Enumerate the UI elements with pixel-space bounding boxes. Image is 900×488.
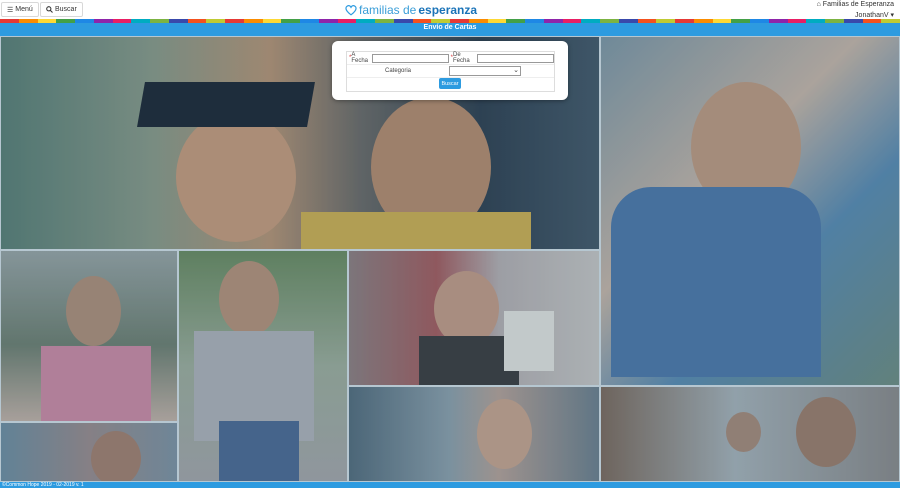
chevron-down-icon: ⌄ [513, 67, 519, 74]
heart-logo-icon [345, 5, 357, 16]
org-name[interactable]: ⌂ Familias de Esperanza [817, 1, 894, 8]
footer: ©Common Hope 2019 - 02-2019 v. 1 [0, 482, 900, 488]
menu-button[interactable]: ☰ Menú [1, 2, 39, 17]
category-select[interactable]: ⌄ [449, 66, 521, 76]
top-bar: ☰ Menú Buscar familias de esperanza ⌂ Fa… [0, 0, 900, 20]
date-row: * A Fecha * De Fecha [347, 52, 554, 65]
to-date-input[interactable] [477, 53, 554, 63]
photo-boy-writing [600, 36, 900, 386]
photo-baby [348, 250, 600, 386]
user-name: JonathanV [855, 12, 889, 19]
photo-toddler [178, 250, 348, 482]
page-title-bar: Envío de Cartas [0, 23, 900, 36]
search-button[interactable]: Buscar [40, 2, 83, 17]
from-date-input[interactable] [371, 53, 449, 63]
chevron-down-icon: ▾ [890, 12, 894, 19]
category-label: Categoria [384, 68, 411, 74]
to-date-label: De Fecha [453, 52, 470, 64]
photo-kids [0, 422, 178, 482]
page-title: Envío de Cartas [423, 24, 477, 31]
logo[interactable]: familias de esperanza [345, 2, 477, 18]
photo-volunteer [348, 386, 600, 482]
hamburger-icon: ☰ [7, 6, 14, 14]
category-row: Categoria ⌄ [347, 65, 554, 78]
user-menu[interactable]: JonathanV ▾ [855, 11, 894, 19]
house-icon: ⌂ [816, 1, 821, 8]
letter-search-panel: * A Fecha * De Fecha Categoria ⌄ Buscar [332, 41, 568, 100]
from-date-label: A Fecha [351, 52, 369, 64]
search-label: Buscar [55, 6, 77, 13]
logo-text-bold: esperanza [418, 3, 478, 17]
search-icon [46, 6, 53, 13]
photo-girl [0, 250, 178, 422]
search-letters-button[interactable]: Buscar [439, 78, 461, 89]
org-name-label: Familias de Esperanza [822, 1, 894, 8]
menu-label: Menú [15, 6, 33, 13]
logo-text-light: familias de [359, 3, 417, 17]
photo-classroom [600, 386, 900, 482]
